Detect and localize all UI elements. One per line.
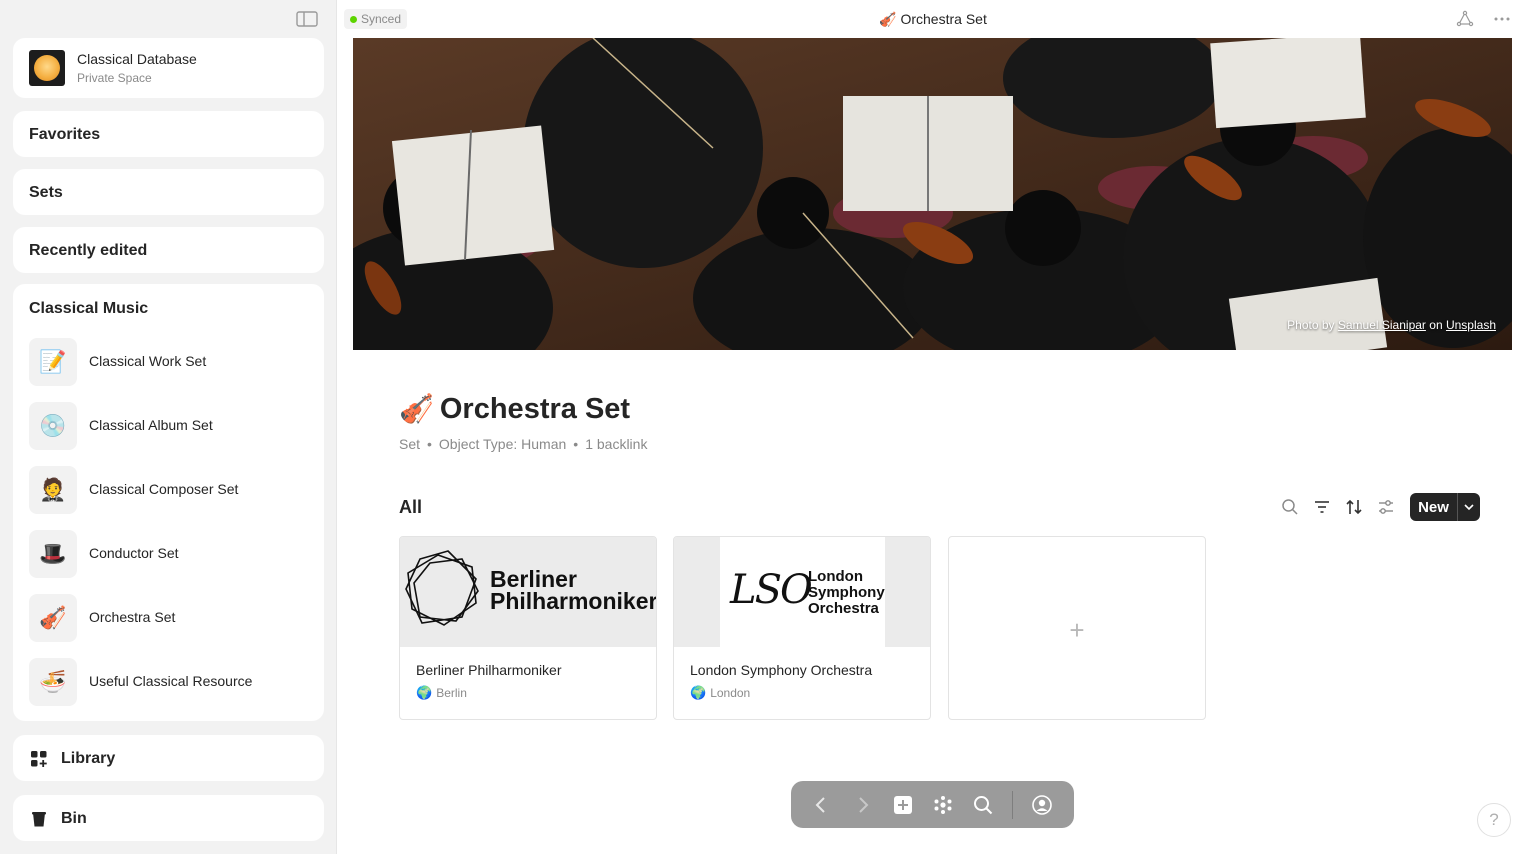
sets-widget[interactable]: Sets — [13, 169, 324, 215]
sidebar-item-classical-work-set[interactable]: 📝 Classical Work Set — [29, 338, 309, 386]
view-title[interactable]: All — [399, 497, 422, 518]
sidebar-item-label: Classical Work Set — [89, 353, 207, 369]
violin-icon: 🎻 — [879, 11, 897, 27]
plus-square-icon[interactable] — [892, 794, 914, 816]
gallery-card-london-symphony-orchestra[interactable]: LSO London Symphony Orchestra London Sym… — [673, 536, 931, 720]
disc-icon: 💿 — [29, 402, 77, 450]
card-relation: 🌍 London — [690, 685, 750, 701]
sidebar-item-classical-album-set[interactable]: 💿 Classical Album Set — [29, 402, 309, 450]
lso-mark: LSO — [730, 567, 813, 613]
violin-icon[interactable]: 🎻 — [399, 393, 434, 424]
credit-site-link[interactable]: Unsplash — [1446, 318, 1496, 332]
logo-line-2: Philharmoniker — [490, 588, 657, 614]
recently-edited-label: Recently edited — [29, 242, 148, 259]
violin-icon: 🎻 — [29, 594, 77, 642]
search-icon[interactable] — [1281, 498, 1299, 516]
main-content: Synced 🎻 Orchestra Set Photo by Samuel S… — [337, 0, 1529, 854]
credit-author-link[interactable]: Samuel Sianipar — [1338, 318, 1426, 332]
help-button[interactable]: ? — [1477, 803, 1511, 837]
bin-icon — [32, 812, 46, 827]
sort-icon[interactable] — [1345, 498, 1363, 516]
sidebar-item-classical-composer-set[interactable]: 🤵 Classical Composer Set — [29, 466, 309, 514]
space-icon — [29, 50, 65, 86]
chevron-down-icon[interactable] — [1462, 500, 1476, 514]
widget-title[interactable]: Classical Music — [29, 300, 148, 318]
logo-line-2: Symphony — [808, 584, 885, 601]
profile-icon[interactable] — [1031, 794, 1053, 816]
navigation-bar — [791, 781, 1074, 828]
sidebar-toggle-icon[interactable] — [296, 10, 318, 28]
logo-line-1: Berliner — [490, 566, 577, 592]
bin-label: Bin — [61, 810, 87, 827]
memo-icon: 📝 — [29, 338, 77, 386]
sidebar-item-label: Useful Classical Resource — [89, 673, 253, 689]
cover-image[interactable]: Photo by Samuel Sianipar on Unsplash — [353, 38, 1512, 350]
featured-type[interactable]: Set — [399, 436, 420, 452]
sidebar-item-conductor-set[interactable]: 🎩 Conductor Set — [29, 530, 309, 578]
gallery-card-berliner-philharmoniker[interactable]: Berliner Philharmoniker Berliner Philhar… — [399, 536, 657, 720]
featured-object-type[interactable]: Object Type: Human — [439, 436, 566, 452]
card-title: London Symphony Orchestra — [690, 662, 873, 678]
space-widget[interactable]: Classical Database Private Space — [13, 38, 324, 98]
bin-button[interactable]: Bin — [13, 795, 324, 841]
city-value: Berlin — [436, 686, 467, 700]
sidebar-item-label: Conductor Set — [89, 545, 179, 561]
sidebar-item-label: Classical Composer Set — [89, 481, 239, 497]
page-title[interactable]: 🎻 Orchestra Set — [399, 392, 630, 426]
credit-prefix: Photo by — [1287, 318, 1335, 332]
more-icon[interactable] — [1493, 10, 1511, 28]
forward-arrow-icon[interactable] — [852, 794, 874, 816]
library-icon — [31, 751, 47, 767]
globe-icon: 🌍 — [416, 685, 433, 700]
graph-icon[interactable] — [1456, 10, 1474, 28]
header-title-text: Orchestra Set — [900, 11, 987, 27]
search-icon[interactable] — [972, 794, 994, 816]
sidebar-item-useful-classical-resource[interactable]: 🍜 Useful Classical Resource — [29, 658, 309, 706]
featured-relations: Set • Object Type: Human • 1 backlink — [399, 436, 648, 452]
settings-sliders-icon[interactable] — [1377, 498, 1395, 516]
library-button[interactable]: Library — [13, 735, 324, 781]
city-value: London — [710, 686, 751, 700]
globe-icon: 🌍 — [690, 685, 707, 700]
recently-edited-widget[interactable]: Recently edited — [13, 227, 324, 273]
space-type: Private Space — [77, 71, 152, 85]
sidebar-item-label: Orchestra Set — [89, 609, 176, 625]
logo-line-1: London — [808, 568, 863, 585]
logo-line-3: Orchestra — [808, 600, 879, 617]
graph-dots-icon[interactable] — [932, 794, 954, 816]
space-name: Classical Database — [77, 51, 197, 67]
card-cover: LSO London Symphony Orchestra — [674, 537, 930, 647]
add-object-card[interactable]: + — [948, 536, 1206, 720]
card-cover: Berliner Philharmoniker — [400, 537, 656, 647]
new-object-button[interactable]: New — [1410, 493, 1480, 521]
new-label: New — [1418, 499, 1449, 516]
library-label: Library — [61, 750, 116, 767]
featured-backlinks[interactable]: 1 backlink — [585, 436, 647, 452]
filter-icon[interactable] — [1313, 498, 1331, 516]
favorites-label: Favorites — [29, 126, 101, 143]
bowl-icon: 🍜 — [29, 658, 77, 706]
sets-label: Sets — [29, 184, 63, 201]
page-title-text[interactable]: Orchestra Set — [440, 393, 630, 425]
sidebar-item-label: Classical Album Set — [89, 417, 213, 433]
card-relation: 🌍 Berlin — [416, 685, 467, 701]
header-title[interactable]: 🎻 Orchestra Set — [337, 11, 1529, 28]
cover-credit: Photo by Samuel Sianipar on Unsplash — [1287, 318, 1496, 332]
classical-music-widget: Classical Music 📝 Classical Work Set 💿 C… — [13, 284, 324, 721]
person-in-tuxedo-icon: 🤵 — [29, 466, 77, 514]
sidebar-item-orchestra-set[interactable]: 🎻 Orchestra Set — [29, 594, 309, 642]
card-title: Berliner Philharmoniker — [416, 662, 562, 678]
orchestra-photo — [353, 38, 1512, 350]
plus-icon: + — [1069, 615, 1085, 645]
top-hat-icon: 🎩 — [29, 530, 77, 578]
sidebar: Classical Database Private Space Favorit… — [0, 0, 337, 854]
favorites-widget[interactable]: Favorites — [13, 111, 324, 157]
credit-on: on — [1429, 318, 1443, 332]
back-arrow-icon[interactable] — [810, 794, 832, 816]
